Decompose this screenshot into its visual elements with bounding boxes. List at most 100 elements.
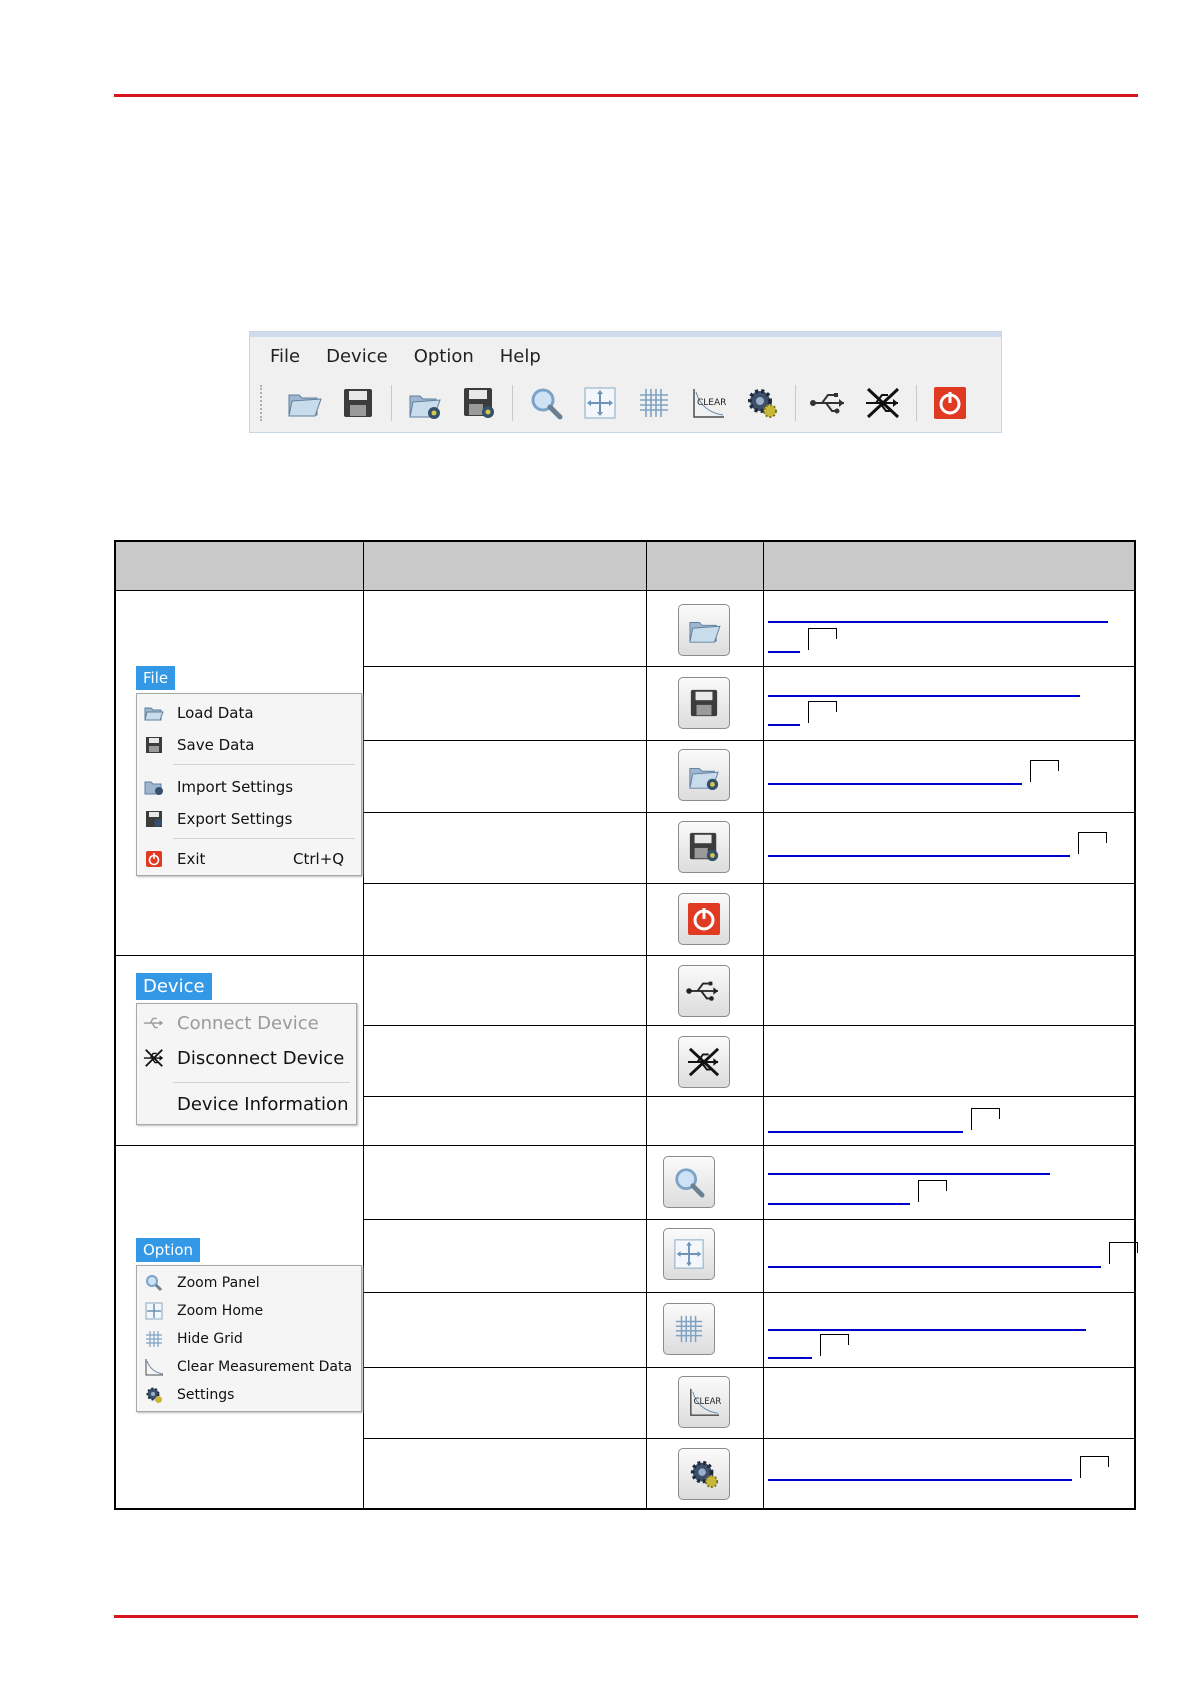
reference-mark (808, 701, 837, 723)
file-menu-panel: Load Data Save Data Import Settings Expo… (136, 693, 362, 876)
row-divider (363, 812, 1134, 813)
clear-chart-icon (143, 1357, 165, 1377)
hide-grid-button[interactable] (663, 1303, 715, 1355)
menu-item-zoom-panel[interactable]: Zoom Panel (137, 1270, 361, 1296)
menu-item-settings[interactable]: Settings (137, 1382, 361, 1408)
menu-item-label: Device Information (177, 1093, 349, 1115)
magnifier-icon[interactable] (526, 383, 566, 423)
device-menu-tab[interactable]: Device (136, 973, 212, 1000)
usb-disconnect-icon[interactable] (863, 383, 903, 423)
floppy-disk-icon[interactable] (338, 383, 378, 423)
menu-item-hide-grid[interactable]: Hide Grid (137, 1326, 361, 1352)
reference-mark (820, 1334, 849, 1356)
row-divider (363, 666, 1134, 667)
zoom-panel-button[interactable] (663, 1156, 715, 1208)
link-underline[interactable] (768, 724, 800, 726)
reference-mark (918, 1180, 947, 1202)
floppy-disk-icon (143, 735, 165, 755)
magnifier-icon (675, 1168, 705, 1198)
clear-chart-icon[interactable]: CLEAR (688, 383, 728, 423)
menu-item-label: Import Settings (177, 778, 294, 796)
menu-item-exit[interactable]: Exit Ctrl+Q (137, 846, 361, 872)
link-underline[interactable] (768, 1329, 1086, 1331)
load-data-button[interactable] (678, 604, 730, 656)
link-underline[interactable] (768, 1203, 910, 1205)
menu-item-disconnect-device[interactable]: Disconnect Device (137, 1044, 356, 1072)
folder-icon[interactable] (284, 383, 324, 423)
grid-icon (675, 1315, 703, 1343)
menu-item-zoom-home[interactable]: Zoom Home (137, 1298, 361, 1324)
group-divider (116, 955, 1134, 956)
zoom-home-icon[interactable] (580, 383, 620, 423)
menu-bar: File Device Option Help (270, 346, 541, 372)
magnifier-icon (143, 1273, 165, 1293)
settings-button[interactable] (678, 1448, 730, 1500)
toolbar-icon-row: CLEAR (260, 380, 991, 426)
menu-item-label: Load Data (177, 704, 254, 722)
toolbar-separator (391, 385, 392, 421)
link-underline[interactable] (768, 651, 800, 653)
usb-icon[interactable] (809, 383, 849, 423)
connect-device-button[interactable] (678, 965, 730, 1017)
toolbar-separator (512, 385, 513, 421)
save-data-button[interactable] (678, 677, 730, 729)
import-settings-icon[interactable] (405, 383, 445, 423)
header-rule (114, 94, 1138, 97)
power-icon (688, 903, 720, 935)
menu-option[interactable]: Option (414, 346, 474, 372)
link-underline[interactable] (768, 1131, 963, 1133)
group-divider (116, 1145, 1134, 1146)
toolbar-reference-table: File Load Data Save Data Import Settings… (114, 540, 1138, 1510)
svg-text:CLEAR: CLEAR (697, 398, 726, 408)
grid-icon[interactable] (634, 383, 674, 423)
grid-icon (143, 1329, 165, 1349)
link-underline[interactable] (768, 1479, 1072, 1481)
menu-item-label: Zoom Home (177, 1303, 264, 1319)
exit-button[interactable] (678, 893, 730, 945)
menu-item-device-information[interactable]: Device Information (137, 1090, 356, 1118)
gear-icon[interactable] (742, 383, 782, 423)
link-underline[interactable] (768, 1266, 1101, 1268)
usb-disconnect-icon (143, 1048, 165, 1068)
link-underline[interactable] (768, 783, 1022, 785)
clear-measurement-data-button[interactable]: CLEAR (678, 1376, 730, 1428)
row-divider (363, 1096, 1134, 1097)
option-menu-tab[interactable]: Option (136, 1238, 201, 1262)
menu-file[interactable]: File (270, 346, 300, 372)
toolbar-title-strip (250, 332, 1001, 337)
export-settings-icon (143, 809, 165, 829)
row-divider (363, 1219, 1134, 1220)
file-menu-tab[interactable]: File (136, 666, 176, 690)
import-settings-icon (143, 777, 165, 797)
menu-item-label: Connect Device (177, 1012, 319, 1034)
menu-item-clear-measurement-data[interactable]: Clear Measurement Data (137, 1354, 361, 1380)
menu-item-import-settings[interactable]: Import Settings (137, 774, 361, 800)
link-underline[interactable] (768, 1357, 812, 1359)
reference-mark (808, 628, 837, 650)
folder-icon (143, 703, 165, 723)
link-underline[interactable] (768, 1173, 1050, 1175)
export-settings-icon[interactable] (459, 383, 499, 423)
import-settings-icon (689, 767, 719, 791)
menu-item-save-data[interactable]: Save Data (137, 732, 361, 758)
menu-item-load-data[interactable]: Load Data (137, 700, 361, 726)
menu-help[interactable]: Help (500, 346, 541, 372)
disconnect-device-button[interactable] (678, 1036, 730, 1088)
menu-item-label: Disconnect Device (177, 1047, 345, 1069)
menu-item-label: Hide Grid (177, 1331, 243, 1347)
reference-mark (1080, 1456, 1109, 1478)
link-underline[interactable] (768, 695, 1080, 697)
menu-device[interactable]: Device (326, 346, 388, 372)
link-underline[interactable] (768, 621, 1108, 623)
link-underline[interactable] (768, 855, 1070, 857)
import-settings-button[interactable] (678, 749, 730, 801)
menu-item-label: Export Settings (177, 810, 293, 828)
menu-item-label: Save Data (177, 736, 255, 754)
zoom-home-button[interactable] (663, 1228, 715, 1280)
menu-item-connect-device: Connect Device (137, 1009, 356, 1037)
toolbar-separator (795, 385, 796, 421)
export-settings-button[interactable] (678, 821, 730, 873)
row-divider (363, 1025, 1134, 1026)
menu-item-export-settings[interactable]: Export Settings (137, 806, 361, 832)
power-icon[interactable] (930, 383, 970, 423)
